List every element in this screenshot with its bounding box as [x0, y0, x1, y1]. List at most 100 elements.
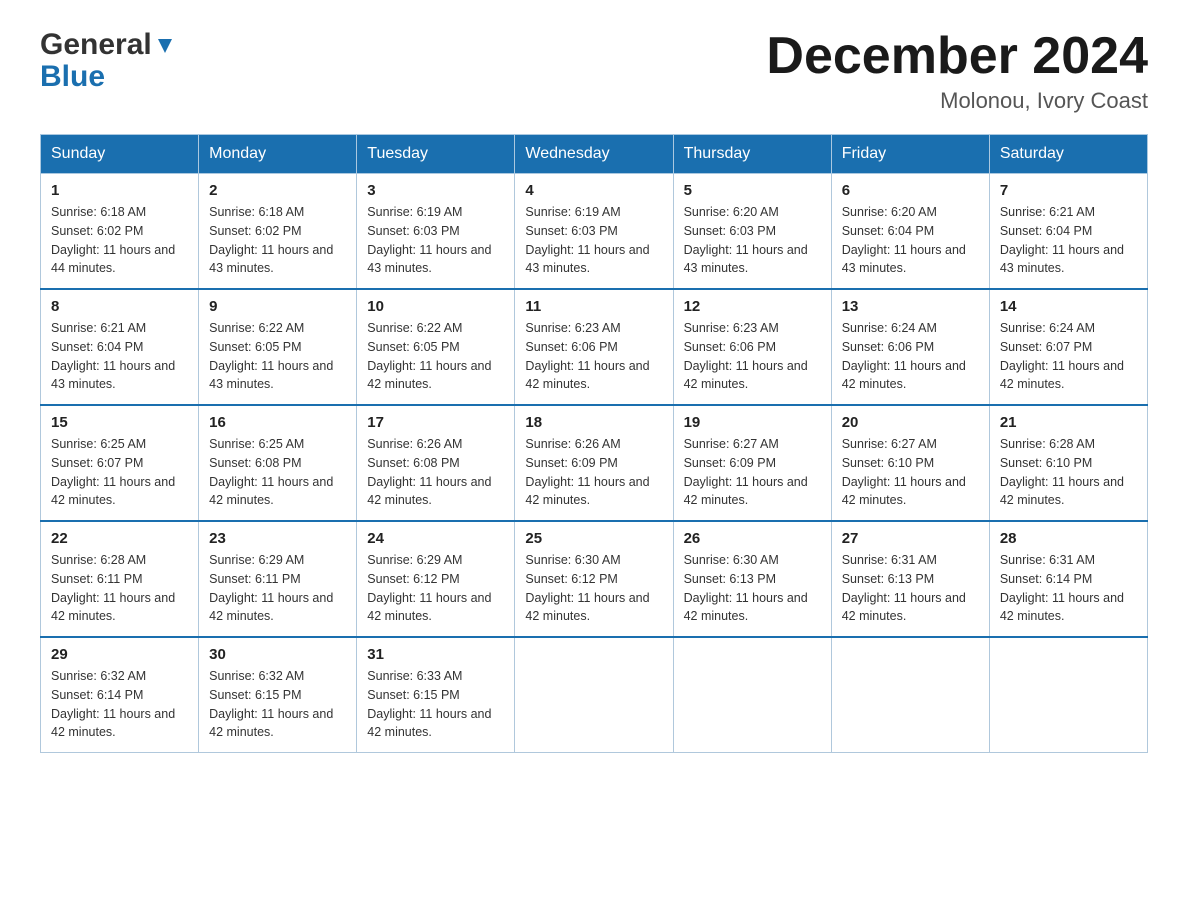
sunset-text: Sunset: 6:12 PM [525, 570, 662, 589]
day-number: 11 [525, 298, 662, 315]
sunset-text: Sunset: 6:15 PM [209, 686, 346, 705]
sunset-text: Sunset: 6:09 PM [684, 454, 821, 473]
sunset-text: Sunset: 6:02 PM [209, 222, 346, 241]
table-row: 21 Sunrise: 6:28 AM Sunset: 6:10 PM Dayl… [989, 405, 1147, 521]
sunset-text: Sunset: 6:15 PM [367, 686, 504, 705]
sunrise-text: Sunrise: 6:22 AM [367, 319, 504, 338]
sunset-text: Sunset: 6:05 PM [209, 338, 346, 357]
sunset-text: Sunset: 6:10 PM [1000, 454, 1137, 473]
table-row: 27 Sunrise: 6:31 AM Sunset: 6:13 PM Dayl… [831, 521, 989, 637]
sunset-text: Sunset: 6:06 PM [525, 338, 662, 357]
day-number: 19 [684, 414, 821, 431]
sunrise-text: Sunrise: 6:26 AM [367, 435, 504, 454]
daylight-text: Daylight: 11 hours and 43 minutes. [209, 241, 346, 279]
sunset-text: Sunset: 6:12 PM [367, 570, 504, 589]
sunrise-text: Sunrise: 6:25 AM [209, 435, 346, 454]
day-number: 14 [1000, 298, 1137, 315]
sunset-text: Sunset: 6:02 PM [51, 222, 188, 241]
sunset-text: Sunset: 6:14 PM [1000, 570, 1137, 589]
day-number: 26 [684, 530, 821, 547]
daylight-text: Daylight: 11 hours and 42 minutes. [525, 473, 662, 511]
daylight-text: Daylight: 11 hours and 42 minutes. [51, 589, 188, 627]
day-number: 13 [842, 298, 979, 315]
daylight-text: Daylight: 11 hours and 42 minutes. [1000, 589, 1137, 627]
daylight-text: Daylight: 11 hours and 43 minutes. [525, 241, 662, 279]
daylight-text: Daylight: 11 hours and 43 minutes. [684, 241, 821, 279]
sunset-text: Sunset: 6:08 PM [367, 454, 504, 473]
table-row: 29 Sunrise: 6:32 AM Sunset: 6:14 PM Dayl… [41, 637, 199, 753]
table-row: 26 Sunrise: 6:30 AM Sunset: 6:13 PM Dayl… [673, 521, 831, 637]
sunrise-text: Sunrise: 6:20 AM [842, 203, 979, 222]
table-row: 22 Sunrise: 6:28 AM Sunset: 6:11 PM Dayl… [41, 521, 199, 637]
sunrise-text: Sunrise: 6:20 AM [684, 203, 821, 222]
daylight-text: Daylight: 11 hours and 42 minutes. [684, 357, 821, 395]
sunrise-text: Sunrise: 6:28 AM [51, 551, 188, 570]
day-number: 1 [51, 182, 188, 199]
table-row: 9 Sunrise: 6:22 AM Sunset: 6:05 PM Dayli… [199, 289, 357, 405]
daylight-text: Daylight: 11 hours and 42 minutes. [842, 589, 979, 627]
calendar-week-row: 1 Sunrise: 6:18 AM Sunset: 6:02 PM Dayli… [41, 174, 1148, 290]
day-number: 4 [525, 182, 662, 199]
day-number: 20 [842, 414, 979, 431]
daylight-text: Daylight: 11 hours and 42 minutes. [367, 357, 504, 395]
sunset-text: Sunset: 6:07 PM [51, 454, 188, 473]
daylight-text: Daylight: 11 hours and 42 minutes. [684, 473, 821, 511]
logo-triangle-icon [154, 35, 176, 57]
day-number: 2 [209, 182, 346, 199]
month-year-title: December 2024 [766, 30, 1148, 82]
calendar-week-row: 8 Sunrise: 6:21 AM Sunset: 6:04 PM Dayli… [41, 289, 1148, 405]
daylight-text: Daylight: 11 hours and 42 minutes. [367, 473, 504, 511]
day-number: 9 [209, 298, 346, 315]
daylight-text: Daylight: 11 hours and 42 minutes. [525, 589, 662, 627]
day-number: 6 [842, 182, 979, 199]
daylight-text: Daylight: 11 hours and 42 minutes. [209, 705, 346, 743]
col-monday: Monday [199, 135, 357, 174]
sunset-text: Sunset: 6:03 PM [525, 222, 662, 241]
sunrise-text: Sunrise: 6:31 AM [842, 551, 979, 570]
sunrise-text: Sunrise: 6:27 AM [842, 435, 979, 454]
sunrise-text: Sunrise: 6:24 AM [842, 319, 979, 338]
day-number: 21 [1000, 414, 1137, 431]
sunset-text: Sunset: 6:04 PM [842, 222, 979, 241]
day-number: 31 [367, 646, 504, 663]
col-wednesday: Wednesday [515, 135, 673, 174]
day-number: 16 [209, 414, 346, 431]
col-thursday: Thursday [673, 135, 831, 174]
sunrise-text: Sunrise: 6:21 AM [1000, 203, 1137, 222]
day-number: 27 [842, 530, 979, 547]
daylight-text: Daylight: 11 hours and 42 minutes. [367, 705, 504, 743]
day-number: 29 [51, 646, 188, 663]
sunrise-text: Sunrise: 6:18 AM [51, 203, 188, 222]
sunrise-text: Sunrise: 6:33 AM [367, 667, 504, 686]
table-row: 20 Sunrise: 6:27 AM Sunset: 6:10 PM Dayl… [831, 405, 989, 521]
table-row: 28 Sunrise: 6:31 AM Sunset: 6:14 PM Dayl… [989, 521, 1147, 637]
sunset-text: Sunset: 6:13 PM [842, 570, 979, 589]
calendar-table: Sunday Monday Tuesday Wednesday Thursday… [40, 134, 1148, 753]
table-row [989, 637, 1147, 753]
sunrise-text: Sunrise: 6:18 AM [209, 203, 346, 222]
calendar-week-row: 29 Sunrise: 6:32 AM Sunset: 6:14 PM Dayl… [41, 637, 1148, 753]
daylight-text: Daylight: 11 hours and 42 minutes. [684, 589, 821, 627]
sunrise-text: Sunrise: 6:23 AM [684, 319, 821, 338]
daylight-text: Daylight: 11 hours and 42 minutes. [1000, 473, 1137, 511]
sunset-text: Sunset: 6:06 PM [842, 338, 979, 357]
calendar-week-row: 15 Sunrise: 6:25 AM Sunset: 6:07 PM Dayl… [41, 405, 1148, 521]
sunrise-text: Sunrise: 6:25 AM [51, 435, 188, 454]
daylight-text: Daylight: 11 hours and 42 minutes. [51, 473, 188, 511]
sunrise-text: Sunrise: 6:31 AM [1000, 551, 1137, 570]
sunset-text: Sunset: 6:04 PM [1000, 222, 1137, 241]
sunset-text: Sunset: 6:07 PM [1000, 338, 1137, 357]
sunset-text: Sunset: 6:13 PM [684, 570, 821, 589]
day-number: 24 [367, 530, 504, 547]
daylight-text: Daylight: 11 hours and 43 minutes. [367, 241, 504, 279]
sunrise-text: Sunrise: 6:30 AM [684, 551, 821, 570]
sunset-text: Sunset: 6:05 PM [367, 338, 504, 357]
sunrise-text: Sunrise: 6:22 AM [209, 319, 346, 338]
daylight-text: Daylight: 11 hours and 44 minutes. [51, 241, 188, 279]
sunset-text: Sunset: 6:14 PM [51, 686, 188, 705]
sunset-text: Sunset: 6:11 PM [209, 570, 346, 589]
sunrise-text: Sunrise: 6:19 AM [367, 203, 504, 222]
table-row: 30 Sunrise: 6:32 AM Sunset: 6:15 PM Dayl… [199, 637, 357, 753]
day-number: 25 [525, 530, 662, 547]
table-row: 1 Sunrise: 6:18 AM Sunset: 6:02 PM Dayli… [41, 174, 199, 290]
